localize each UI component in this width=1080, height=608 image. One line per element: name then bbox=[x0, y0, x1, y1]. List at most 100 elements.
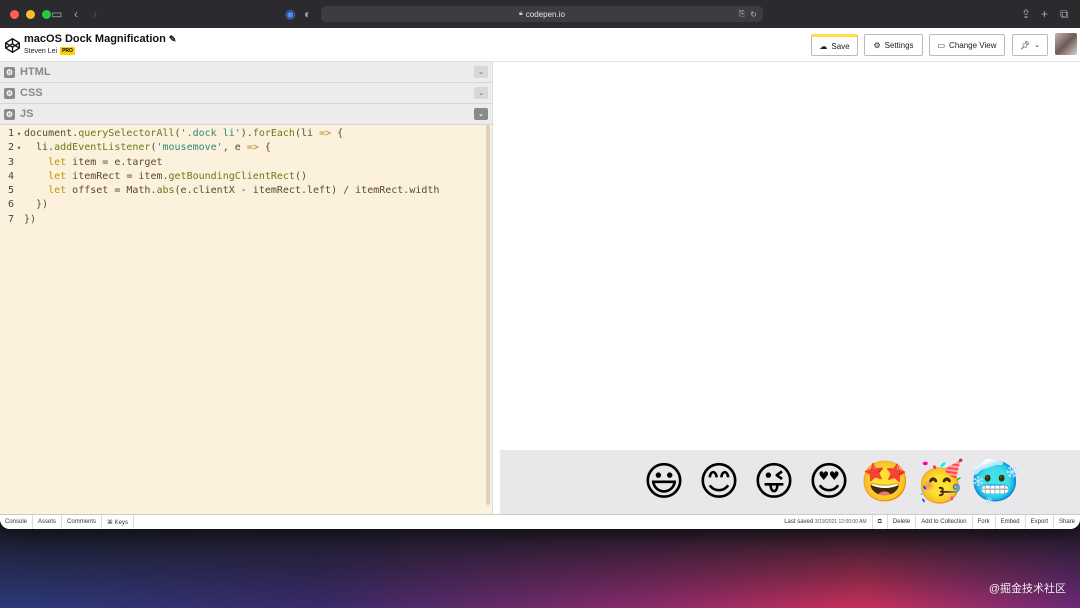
footer-bar: Console Assets Comments ⌘ Keys Last save… bbox=[0, 514, 1080, 529]
new-tab-icon[interactable]: + bbox=[1041, 7, 1048, 21]
embed-button[interactable]: Embed bbox=[994, 514, 1025, 529]
code-text: let item = e.target bbox=[48, 156, 163, 168]
line-number: 1 bbox=[7, 128, 14, 139]
change-view-label: Change View bbox=[949, 40, 997, 50]
last-saved-label: Last saved bbox=[784, 519, 814, 525]
pen-title-wrap: macOS Dock Magnification ✎ bbox=[24, 33, 176, 45]
fold-gutter bbox=[14, 198, 24, 212]
chevron-down-icon: ⌄ bbox=[1034, 42, 1041, 49]
js-settings-icon[interactable]: ⚙ bbox=[4, 108, 15, 120]
zoom-window-button[interactable] bbox=[42, 9, 51, 19]
fold-toggle-icon[interactable]: ▾ bbox=[14, 141, 24, 155]
pen-author-wrap: Steven Lei PRO bbox=[24, 47, 75, 55]
change-view-button[interactable]: ▭ Change View bbox=[929, 34, 1005, 56]
share-icon[interactable]: ⇪ bbox=[1021, 7, 1031, 21]
html-chevron-down-icon[interactable]: ⌄ bbox=[474, 66, 488, 78]
line-number: 5 bbox=[7, 185, 14, 197]
pin-menu-button[interactable]: 📌︎ ⌄ bbox=[1012, 34, 1048, 56]
forward-icon[interactable]: › bbox=[93, 7, 97, 21]
css-settings-icon[interactable]: ⚙ bbox=[4, 87, 15, 99]
extension-icon[interactable]: ◉ bbox=[285, 7, 295, 21]
share-button[interactable]: Share bbox=[1052, 514, 1080, 529]
browser-window: ▭ ‹ › ◉ ◐ 🔒︎ codepen.io ⎘ ↻ ⇪ + ⧉ macOS … bbox=[0, 0, 1080, 529]
code-line[interactable]: 3 let item = e.target bbox=[0, 156, 492, 170]
fold-gutter bbox=[14, 170, 24, 184]
close-window-button[interactable] bbox=[10, 9, 19, 19]
emoji-dock: 😃 😊 😜 😍 🤩 🥳 🥶 bbox=[500, 450, 1080, 514]
dock-emoji-item[interactable]: 🥳 bbox=[915, 458, 965, 506]
open-external-icon[interactable]: ⧉ bbox=[871, 514, 887, 529]
user-avatar[interactable] bbox=[1055, 33, 1077, 55]
dock-emoji-item[interactable]: 😃 bbox=[640, 458, 688, 506]
dock-emoji-item[interactable]: 🥶 bbox=[970, 458, 1020, 506]
css-chevron-down-icon[interactable]: ⌄ bbox=[474, 87, 488, 99]
fold-toggle-icon[interactable]: ▾ bbox=[14, 127, 24, 141]
js-chevron-down-icon[interactable]: ⌄ bbox=[474, 108, 488, 120]
code-text: let offset = Math.abs(e.clientX - itemRe… bbox=[48, 185, 440, 197]
comments-button[interactable]: Comments bbox=[62, 514, 103, 529]
keys-button[interactable]: ⌘ Keys bbox=[102, 514, 135, 529]
console-button[interactable]: Console bbox=[0, 514, 34, 529]
url-text: codepen.io bbox=[525, 9, 565, 19]
html-panel-header[interactable]: ⚙ HTML ⌄ bbox=[0, 62, 492, 83]
dock-emoji-item[interactable]: 😜 bbox=[750, 458, 798, 506]
assets-button[interactable]: Assets bbox=[33, 514, 63, 529]
sidebar-icon[interactable]: ▭ bbox=[51, 7, 62, 21]
address-bar[interactable]: 🔒︎ codepen.io ⎘ ↻ bbox=[321, 6, 763, 22]
window-controls bbox=[10, 9, 51, 19]
reload-icon[interactable]: ↻ bbox=[750, 10, 757, 19]
pen-title: macOS Dock Magnification bbox=[24, 33, 166, 45]
export-button[interactable]: Export bbox=[1024, 514, 1053, 529]
code-line[interactable]: 1 ▾ document.querySelectorAll('.dock li').… bbox=[0, 127, 492, 141]
dock-emoji-item[interactable]: 😊 bbox=[695, 458, 743, 506]
result-preview[interactable]: 😃 😊 😜 😍 🤩 🥳 🥶 bbox=[500, 62, 1080, 514]
js-code-editor[interactable]: 1 ▾ document.querySelectorAll('.dock li').… bbox=[0, 125, 492, 227]
fold-gutter bbox=[14, 184, 24, 198]
save-button[interactable]: ☁ Save bbox=[811, 34, 858, 56]
line-number: 7 bbox=[7, 213, 14, 225]
code-text: document.querySelectorAll('.dock li').fo… bbox=[24, 128, 344, 139]
code-line[interactable]: 6 }) bbox=[0, 198, 492, 212]
browser-toolbar: ▭ ‹ › ◉ ◐ 🔒︎ codepen.io ⎘ ↻ ⇪ + ⧉ bbox=[0, 0, 1080, 28]
edit-title-icon[interactable]: ✎ bbox=[169, 34, 177, 44]
pen-author[interactable]: Steven Lei bbox=[24, 48, 57, 55]
code-line[interactable]: 5 let offset = Math.abs(e.clientX - item… bbox=[0, 184, 492, 198]
line-number: 4 bbox=[7, 170, 14, 182]
settings-label: Settings bbox=[884, 40, 914, 50]
code-line[interactable]: 4 let itemRect = item.getBoundingClientR… bbox=[0, 170, 492, 184]
line-number: 6 bbox=[7, 199, 14, 211]
codepen-header: macOS Dock Magnification ✎ Steven Lei PRO… bbox=[0, 28, 1080, 62]
js-panel-header[interactable]: ⚙ JS ⌄ bbox=[0, 104, 492, 125]
codepen-logo-icon[interactable] bbox=[4, 37, 21, 54]
minimize-window-button[interactable] bbox=[26, 9, 35, 19]
html-panel-label: HTML bbox=[20, 66, 51, 78]
editor-scrollbar[interactable] bbox=[486, 125, 490, 505]
fold-gutter bbox=[14, 156, 24, 170]
translate-icon[interactable]: ⎘ bbox=[739, 9, 745, 19]
last-saved-time: 3/19/2021 12:00:00 AM bbox=[814, 519, 867, 525]
css-panel-header[interactable]: ⚙ CSS ⌄ bbox=[0, 83, 492, 104]
save-label: Save bbox=[831, 41, 850, 51]
add-to-collection-button[interactable]: Add to Collection bbox=[915, 514, 971, 529]
css-panel-label: CSS bbox=[20, 87, 43, 99]
html-settings-icon[interactable]: ⚙ bbox=[4, 66, 15, 78]
line-number: 3 bbox=[7, 156, 14, 168]
code-line[interactable]: 7}) bbox=[0, 213, 492, 227]
fork-button[interactable]: Fork bbox=[971, 514, 995, 529]
tab-overview-icon[interactable]: ⧉ bbox=[1060, 7, 1069, 21]
pro-badge: PRO bbox=[60, 47, 75, 55]
code-text: li.addEventListener('mousemove', e => { bbox=[24, 142, 271, 154]
privacy-shield-icon[interactable]: ◐ bbox=[304, 7, 311, 21]
js-panel-label: JS bbox=[20, 108, 34, 120]
dock-emoji-item[interactable]: 🤩 bbox=[860, 458, 910, 506]
code-text: }) bbox=[24, 213, 37, 225]
line-number: 2 bbox=[7, 142, 14, 154]
back-icon[interactable]: ‹ bbox=[74, 7, 78, 21]
pin-icon: 📌︎ bbox=[1019, 40, 1031, 50]
code-line[interactable]: 2 ▾ li.addEventListener('mousemove', e =>… bbox=[0, 141, 492, 155]
delete-button[interactable]: Delete bbox=[886, 514, 915, 529]
fold-gutter bbox=[14, 213, 24, 227]
last-saved: Last saved 3/19/2021 12:00:00 AM bbox=[779, 515, 871, 530]
settings-button[interactable]: ⚙ Settings bbox=[864, 34, 923, 56]
dock-emoji-item[interactable]: 😍 bbox=[805, 458, 853, 506]
